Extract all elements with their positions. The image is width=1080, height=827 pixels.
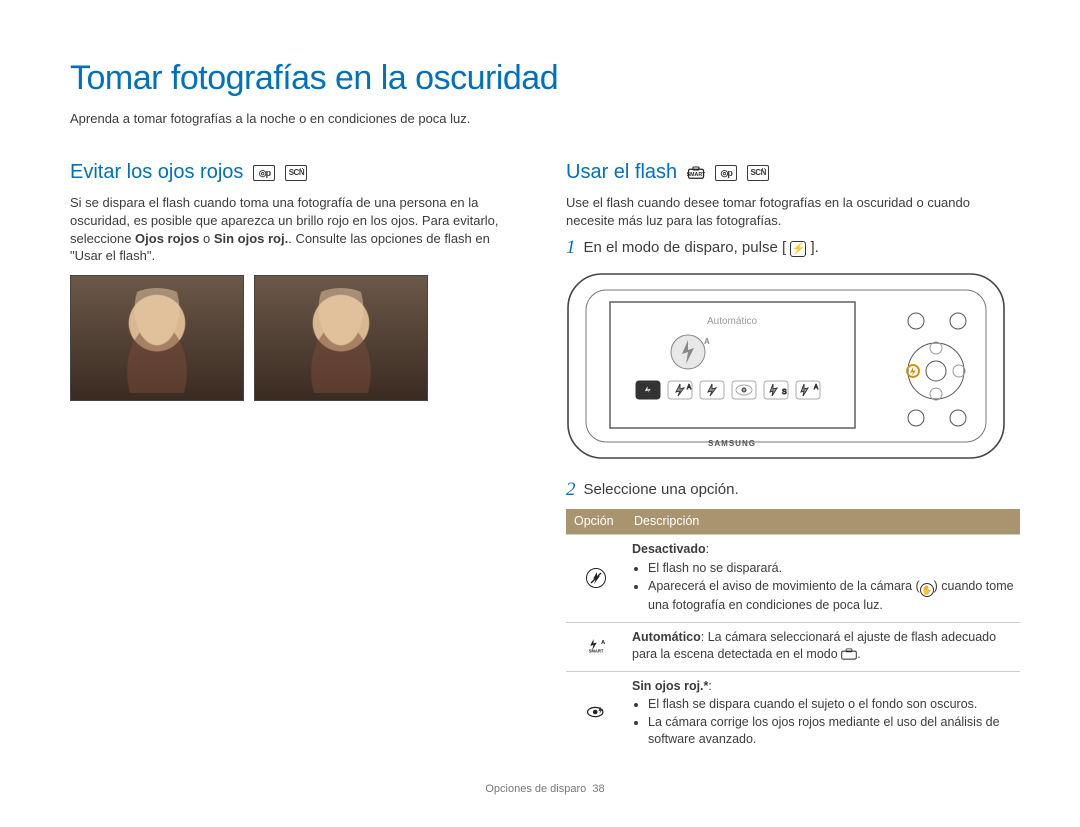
mode-camera-icon <box>253 165 275 181</box>
svg-text:SMART: SMART <box>687 172 705 178</box>
lcd-label: Automático <box>707 316 757 327</box>
camera-diagram: Automático A A S A <box>566 266 1006 466</box>
table-row: Desactivado: El flash no se disparará. A… <box>566 535 1020 623</box>
table-header-option: Opción <box>566 509 626 534</box>
section-heading-red-eye: Evitar los ojos rojos <box>70 159 524 186</box>
flash-options-table: Opción Descripción Desactivado: <box>566 509 1020 756</box>
footer-page-number: 38 <box>592 783 604 795</box>
svg-text:A: A <box>814 385 818 391</box>
row1-bullet-1: El flash no se disparará. <box>648 560 1014 577</box>
mode-scn-icon <box>285 165 307 181</box>
smart-flash-icon: A SMART <box>586 635 606 655</box>
footer-section: Opciones de disparo <box>485 783 586 795</box>
step-2-text: Seleccione una opción. <box>584 480 739 501</box>
red-eye-fix-icon <box>586 702 606 722</box>
row2-title: Automático <box>632 630 701 644</box>
photo-corrected <box>254 275 428 401</box>
mode-smart-icon: SMART <box>687 165 705 181</box>
example-photos <box>70 275 524 401</box>
photo-red-eye <box>70 275 244 401</box>
row3-title-extra: : <box>708 679 711 693</box>
mode-camera-icon <box>715 165 737 181</box>
shake-warning-icon <box>920 583 934 597</box>
svg-text:A: A <box>704 337 710 346</box>
section-heading-flash-text: Usar el flash <box>566 159 677 186</box>
flash-off-icon <box>586 568 606 588</box>
right-column: Usar el flash SMART Use el flash cuando … <box>566 159 1020 756</box>
step-1-number: 1 <box>566 238 576 259</box>
table-header-desc: Descripción <box>626 509 1020 534</box>
row3-bullet-1: El flash se dispara cuando el sujeto o e… <box>648 696 1014 713</box>
left-column: Evitar los ojos rojos Si se dispara el f… <box>70 159 524 756</box>
svg-text:A: A <box>601 640 606 646</box>
section-heading-red-eye-text: Evitar los ojos rojos <box>70 159 243 186</box>
step-1: 1 En el modo de disparo, pulse [ ]. <box>566 238 1020 259</box>
row2-body: Automático: La cámara seleccionará el aj… <box>626 622 1020 671</box>
page-title: Tomar fotografías en la oscuridad <box>70 56 1020 102</box>
row3-bullet-2: La cámara corrige los ojos rojos mediant… <box>648 714 1014 748</box>
red-eye-bold-sin-ojos: Sin ojos roj. <box>214 231 288 246</box>
table-row: A SMART Automático: La cámara seleccionar… <box>566 622 1020 671</box>
step-2: 2 Seleccione una opción. <box>566 480 1020 501</box>
flash-button-icon <box>790 241 806 257</box>
row1-bullet-2: Aparecerá el aviso de movimiento de la c… <box>648 578 1014 614</box>
page-footer: Opciones de disparo 38 <box>70 782 1020 797</box>
table-row: Sin ojos roj.*: El flash se dispara cuan… <box>566 671 1020 756</box>
page: Tomar fotografías en la oscuridad Aprend… <box>0 0 1080 827</box>
step-1-trail: ]. <box>810 239 818 256</box>
svg-text:S: S <box>782 389 787 396</box>
page-intro: Aprenda a tomar fotografías a la noche o… <box>70 110 1020 128</box>
red-eye-bold-ojos-rojos: Ojos rojos <box>135 231 199 246</box>
content-columns: Evitar los ojos rojos Si se dispara el f… <box>70 159 1020 756</box>
flash-paragraph: Use el flash cuando desee tomar fotograf… <box>566 194 1020 229</box>
red-eye-paragraph: Si se dispara el flash cuando toma una f… <box>70 194 524 264</box>
step-2-number: 2 <box>566 480 576 501</box>
section-heading-flash: Usar el flash SMART <box>566 159 1020 186</box>
red-eye-para-mid: o <box>199 231 213 246</box>
row1-title: Desactivado <box>632 542 706 556</box>
row1-title-extra: : <box>706 542 709 556</box>
camera-brand: SAMSUNG <box>708 439 756 448</box>
step-1-text: En el modo de disparo, pulse [ ]. <box>584 238 819 259</box>
mode-scn-icon <box>747 165 769 181</box>
step-1-lead: En el modo de disparo, pulse [ <box>584 239 787 256</box>
smart-mode-icon <box>841 648 857 665</box>
row3-title: Sin ojos roj.* <box>632 679 708 693</box>
svg-text:A: A <box>687 385 691 391</box>
svg-text:SMART: SMART <box>589 649 604 654</box>
